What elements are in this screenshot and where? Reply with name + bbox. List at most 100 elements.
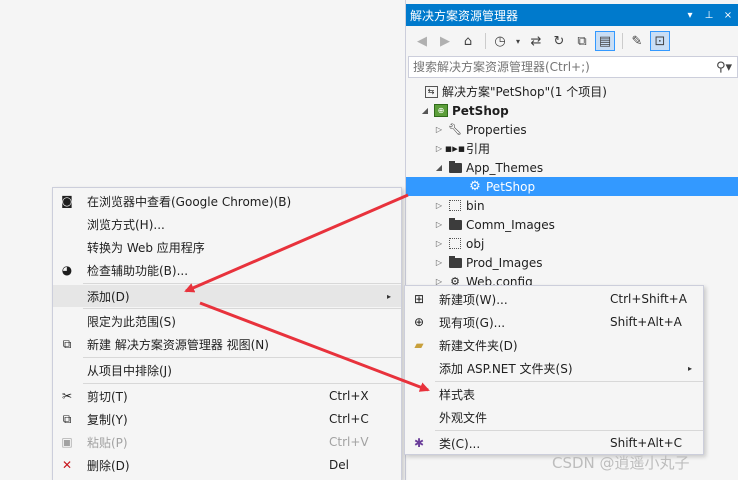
tree-item-theme-petshop[interactable]: ⚙ PetShop: [406, 177, 738, 196]
tree-item-references[interactable]: ▷ ▪▸▪ 引用: [406, 139, 738, 158]
menu-item-copy[interactable]: ⧉ 复制(Y) Ctrl+C: [53, 408, 401, 430]
toolbar-separator: [485, 33, 486, 49]
toolbar-separator: [622, 33, 623, 49]
tree-item-label: 解决方案"PetShop"(1 个项目): [442, 85, 607, 99]
cut-icon: ✂: [61, 389, 73, 403]
menu-item-view-in-browser[interactable]: ◙ 在浏览器中查看(Google Chrome)(B): [53, 190, 401, 212]
theme-icon: ⚙: [469, 179, 481, 194]
tree-item-label: obj: [466, 236, 485, 251]
menu-item-skin-file[interactable]: 外观文件: [405, 406, 703, 428]
solution-icon: ⇆: [423, 84, 439, 100]
expand-arrow-icon[interactable]: ▷: [434, 220, 444, 229]
pin-icon[interactable]: ⊥: [701, 7, 717, 23]
new-view-icon: ⧉: [62, 336, 72, 351]
paste-icon: ▣: [61, 435, 73, 449]
tree-item-label: Comm_Images: [466, 217, 555, 232]
solution-explorer-titlebar: 解决方案资源管理器 ▾ ⊥ ×: [406, 4, 738, 26]
existing-item-icon: ⊕: [413, 315, 425, 329]
browser-view-icon: ◙: [61, 194, 73, 208]
menu-item-new-item[interactable]: ⊞ 新建项(W)... Ctrl+Shift+A: [405, 288, 703, 310]
menu-item-stylesheet[interactable]: 样式表: [405, 383, 703, 405]
menu-item-delete[interactable]: ✕ 删除(D) Del: [53, 454, 401, 476]
submenu-arrow-icon: ▸: [688, 363, 693, 373]
folder-icon: [447, 160, 463, 176]
solution-explorer-toolbar: ◀ ▶ ⌂ ◷ ▾ ⇄ ↻ ⧉ ▤ ✎ ⊡: [406, 28, 738, 54]
dropdown-icon[interactable]: ▾: [682, 7, 698, 23]
tree-item-prod-images[interactable]: ▷ Prod_Images: [406, 253, 738, 272]
show-all-files-icon[interactable]: ▤: [595, 31, 615, 51]
wrench-icon: 🔧︎: [448, 123, 462, 136]
tree-item-bin[interactable]: ▷ bin: [406, 196, 738, 215]
delete-icon: ✕: [61, 458, 73, 472]
search-box: ⚲▾: [408, 56, 738, 78]
tree-item-label: PetShop: [452, 103, 509, 118]
history-icon[interactable]: ◷: [490, 31, 510, 51]
menu-item-exclude-from-project[interactable]: 从项目中排除(J): [53, 359, 401, 381]
menu-item-browse-with[interactable]: 浏览方式(H)...: [53, 213, 401, 235]
tree-item-label: Prod_Images: [466, 255, 543, 270]
expand-arrow-icon[interactable]: ▷: [434, 239, 444, 248]
menu-item-existing-item[interactable]: ⊕ 现有项(G)... Shift+Alt+A: [405, 311, 703, 333]
add-submenu: ⊞ 新建项(W)... Ctrl+Shift+A ⊕ 现有项(G)... Shi…: [404, 285, 704, 455]
refresh-icon[interactable]: ↻: [549, 31, 569, 51]
menu-separator: [83, 308, 401, 309]
tree-item-comm-images[interactable]: ▷ Comm_Images: [406, 215, 738, 234]
tree-item-label: bin: [466, 198, 485, 213]
menu-item-class[interactable]: ✱ 类(C)... Shift+Alt+C: [405, 432, 703, 454]
tree-item-obj[interactable]: ▷ obj: [406, 234, 738, 253]
copy-icon: ⧉: [62, 411, 72, 426]
tree-item-label: 引用: [466, 142, 491, 156]
home-icon[interactable]: ⌂: [458, 31, 478, 51]
expand-arrow-icon[interactable]: ◢: [420, 106, 430, 115]
tree-item-label: Properties: [466, 122, 527, 137]
references-icon: ▪▸▪: [444, 142, 466, 155]
menu-item-new-solution-view[interactable]: ⧉ 新建 解决方案资源管理器 视图(N): [53, 333, 401, 355]
menu-item-check-accessibility[interactable]: ◕ 检查辅助功能(B)...: [53, 259, 401, 281]
menu-separator: [83, 357, 401, 358]
search-icon[interactable]: ⚲▾: [711, 60, 737, 75]
watermark: CSDN @逍遥小丸子: [552, 454, 690, 472]
menu-separator: [83, 283, 401, 284]
tree-item-label: App_Themes: [466, 160, 544, 175]
menu-item-paste[interactable]: ▣ 粘贴(P) Ctrl+V: [53, 431, 401, 453]
context-menu: ◙ 在浏览器中查看(Google Chrome)(B) 浏览方式(H)... 转…: [52, 187, 402, 480]
back-icon[interactable]: ◀: [412, 31, 432, 51]
menu-item-convert-web-app[interactable]: 转换为 Web 应用程序: [53, 236, 401, 258]
tree-item-project[interactable]: ◢ ⊕ PetShop: [406, 101, 738, 120]
tree-item-solution[interactable]: ⇆ 解决方案"PetShop"(1 个项目): [406, 82, 738, 101]
expand-arrow-icon[interactable]: ◢: [434, 163, 444, 172]
menu-item-add-aspnet-folder[interactable]: 添加 ASP.NET 文件夹(S) ▸: [405, 357, 703, 379]
sync-icon[interactable]: ⇄: [526, 31, 546, 51]
panel-title: 解决方案资源管理器: [410, 8, 519, 23]
preview-icon[interactable]: ⊡: [650, 31, 670, 51]
accessibility-check-icon: ◕: [61, 263, 73, 277]
collapse-all-icon[interactable]: ⧉: [572, 31, 592, 51]
menu-separator: [435, 430, 703, 431]
menu-separator: [83, 383, 401, 384]
folder-icon: [447, 217, 463, 233]
search-input[interactable]: [413, 60, 711, 74]
history-dropdown-icon[interactable]: ▾: [513, 31, 523, 51]
forward-icon[interactable]: ▶: [435, 31, 455, 51]
menu-item-add[interactable]: 添加(D) ▸: [53, 285, 401, 307]
close-icon[interactable]: ×: [720, 7, 736, 23]
tree-item-properties[interactable]: ▷ 🔧︎ Properties: [406, 120, 738, 139]
properties-icon[interactable]: ✎: [627, 31, 647, 51]
tree-item-app-themes[interactable]: ◢ App_Themes: [406, 158, 738, 177]
dashed-folder-icon: [447, 198, 463, 214]
expand-arrow-icon[interactable]: ▷: [434, 125, 444, 134]
submenu-arrow-icon: ▸: [387, 291, 392, 301]
expand-arrow-icon[interactable]: ▷: [434, 258, 444, 267]
folder-icon: [447, 255, 463, 271]
expand-arrow-icon[interactable]: ▷: [434, 201, 444, 210]
menu-item-scope-to-this[interactable]: 限定为此范围(S): [53, 310, 401, 332]
project-icon: ⊕: [433, 103, 449, 119]
new-folder-icon: ▰: [414, 338, 424, 352]
tree-item-label: PetShop: [486, 179, 536, 194]
menu-item-cut[interactable]: ✂ 剪切(T) Ctrl+X: [53, 385, 401, 407]
dashed-folder-icon: [447, 236, 463, 252]
expand-arrow-icon[interactable]: ▷: [434, 144, 444, 153]
menu-item-new-folder[interactable]: ▰ 新建文件夹(D): [405, 334, 703, 356]
menu-separator: [435, 381, 703, 382]
class-icon: ✱: [413, 436, 425, 450]
